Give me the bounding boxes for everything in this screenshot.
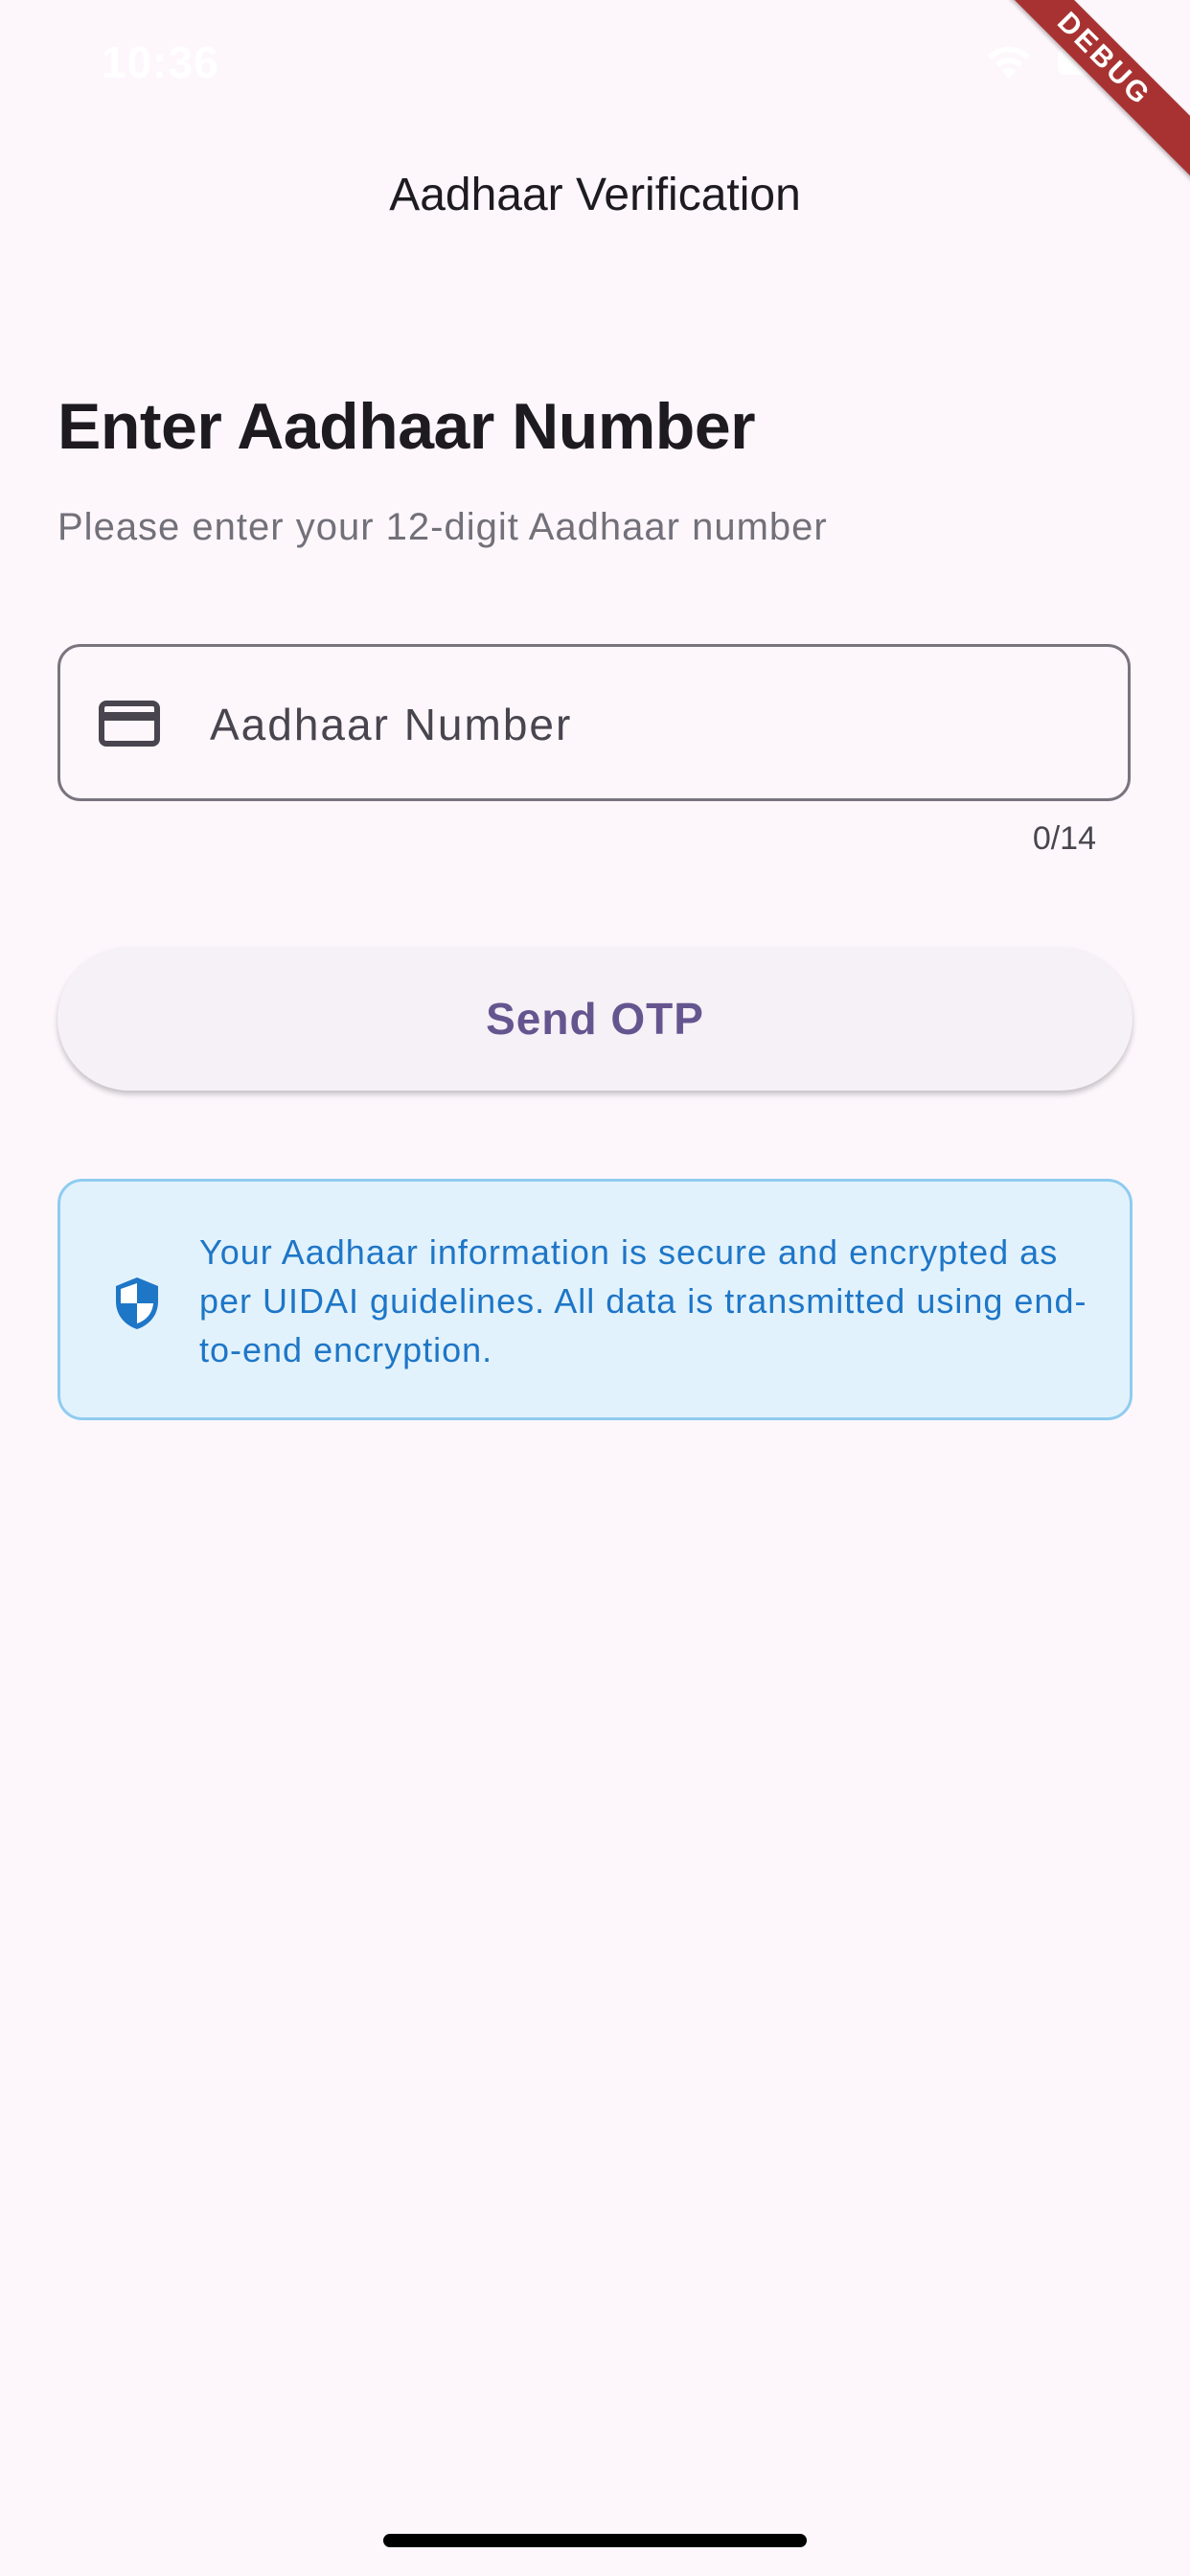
page-subtitle: Please enter your 12-digit Aadhaar numbe… xyxy=(57,506,828,548)
security-info-box: Your Aadhaar information is secure and e… xyxy=(57,1179,1133,1420)
aadhaar-number-input[interactable]: Aadhaar Number xyxy=(57,644,1131,801)
send-otp-button[interactable]: Send OTP xyxy=(57,947,1133,1091)
page-heading: Enter Aadhaar Number xyxy=(57,390,756,463)
aadhaar-input-placeholder: Aadhaar Number xyxy=(210,700,573,749)
shield-icon xyxy=(116,1277,158,1329)
status-bar: 10:36 xyxy=(0,0,1190,134)
status-time: 10:36 xyxy=(102,37,219,87)
home-indicator[interactable] xyxy=(383,2534,807,2547)
app-bar-title: Aadhaar Verification xyxy=(389,170,801,220)
security-info-text: Your Aadhaar information is secure and e… xyxy=(199,1232,1087,1369)
character-counter: 0/14 xyxy=(1032,820,1096,857)
wifi-icon xyxy=(988,46,1030,79)
credit-card-icon xyxy=(99,701,160,747)
